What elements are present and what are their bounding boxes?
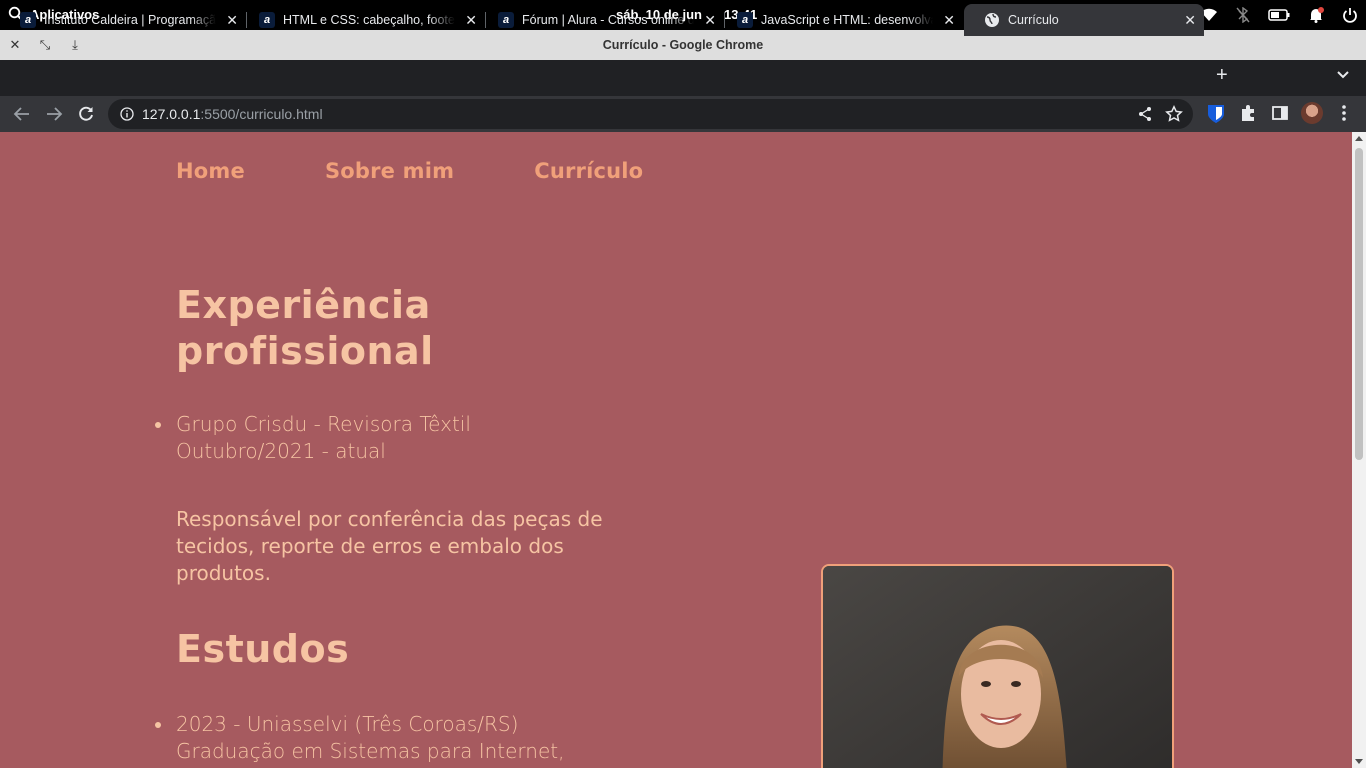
job-description: Responsável por conferência das peças de… — [176, 507, 603, 585]
bitwarden-extension-icon[interactable] — [1207, 104, 1225, 124]
reload-icon[interactable] — [77, 105, 95, 123]
study-school: 2023 - Uniasselvi (Três Coroas/RS) — [176, 712, 519, 736]
nav-link-home[interactable]: Home — [176, 159, 245, 183]
job-period: Outubro/2021 - atual — [176, 439, 386, 463]
tab-instituto-caldeira[interactable]: a Instituto Caldeira | Programação ✕ — [0, 4, 247, 36]
alura-favicon-icon: a — [259, 12, 275, 28]
battery-icon[interactable] — [1268, 8, 1290, 22]
tab-html-css[interactable]: a HTML e CSS: cabeçalho, footer ✕ — [239, 4, 486, 36]
nav-link-sobre-mim[interactable]: Sobre mim — [325, 159, 454, 183]
close-tab-icon[interactable]: ✕ — [465, 12, 477, 29]
url-path: :5500/curriculo.html — [200, 106, 323, 122]
url-text[interactable]: 127.0.0.1:5500/curriculo.html — [142, 106, 323, 122]
tab-label: JavaScript e HTML: desenvolva — [761, 13, 933, 27]
study-course: Graduação em Sistemas para Internet, — [176, 739, 565, 763]
tab-label: Fórum | Alura - Cursos online de — [522, 13, 694, 27]
list-bullet — [155, 722, 161, 728]
profile-photo — [821, 564, 1174, 768]
side-panel-icon[interactable] — [1271, 104, 1289, 122]
url-host: 127.0.0.1 — [142, 106, 201, 122]
back-arrow-icon[interactable] — [13, 105, 31, 123]
close-tab-icon[interactable]: ✕ — [943, 12, 955, 29]
alura-favicon-icon: a — [20, 12, 36, 28]
close-tab-icon[interactable]: ✕ — [1184, 12, 1196, 29]
scrollbar-thumb[interactable] — [1355, 148, 1363, 460]
tab-curriculo[interactable]: Currículo ✕ — [964, 4, 1204, 36]
tab-label: HTML e CSS: cabeçalho, footer — [283, 13, 455, 27]
tab-label: Instituto Caldeira | Programação — [44, 13, 216, 27]
share-icon[interactable] — [1137, 106, 1153, 122]
bookmark-star-icon[interactable] — [1165, 105, 1183, 123]
tab-strip — [0, 60, 1366, 96]
experience-heading: Experiência profissional — [176, 283, 434, 373]
study-item: 2023 - Uniasselvi (Três Coroas/RS) Gradu… — [155, 711, 565, 765]
notifications-icon[interactable] — [1308, 7, 1324, 23]
tab-javascript-html[interactable]: a JavaScript e HTML: desenvolva ✕ — [717, 4, 963, 36]
profile-photo-image — [823, 566, 1172, 768]
tab-label: Currículo — [1008, 13, 1059, 27]
job-title: Grupo Crisdu - Revisora Têxtil — [176, 412, 471, 436]
forward-arrow-icon[interactable] — [45, 105, 63, 123]
window-title: Currículo - Google Chrome — [602, 38, 764, 52]
extensions-puzzle-icon[interactable] — [1239, 104, 1257, 122]
close-tab-icon[interactable]: ✕ — [704, 12, 716, 29]
site-nav: Home Sobre mim Currículo — [176, 159, 643, 183]
tab-search-chevron-icon[interactable] — [1336, 70, 1350, 80]
address-bar[interactable]: 127.0.0.1:5500/curriculo.html — [108, 99, 1193, 129]
alura-favicon-icon: a — [737, 12, 753, 28]
power-icon[interactable] — [1342, 7, 1358, 23]
browser-toolbar: 127.0.0.1:5500/curriculo.html — [0, 96, 1366, 132]
list-bullet — [155, 422, 161, 428]
studies-heading: Estudos — [176, 627, 350, 671]
browser-menu-kebab-icon[interactable] — [1336, 104, 1352, 122]
tab-forum-alura[interactable]: a Fórum | Alura - Cursos online de ✕ — [478, 4, 725, 36]
site-info-icon[interactable] — [120, 107, 134, 121]
scroll-up-arrow-icon[interactable] — [1355, 136, 1363, 141]
experience-item: Grupo Crisdu - Revisora Têxtil Outubro/2… — [155, 411, 471, 465]
scroll-down-arrow-icon[interactable] — [1355, 759, 1363, 764]
nav-link-curriculo[interactable]: Currículo — [534, 159, 643, 183]
close-tab-icon[interactable]: ✕ — [226, 12, 238, 29]
page-scrollbar[interactable] — [1352, 132, 1366, 768]
profile-avatar[interactable] — [1301, 102, 1323, 124]
bluetooth-off-icon[interactable] — [1236, 7, 1250, 23]
globe-icon — [984, 12, 1000, 28]
alura-favicon-icon: a — [498, 12, 514, 28]
page-viewport: Home Sobre mim Currículo Experiência pro… — [0, 132, 1352, 768]
new-tab-plus-icon[interactable]: + — [1216, 64, 1228, 87]
